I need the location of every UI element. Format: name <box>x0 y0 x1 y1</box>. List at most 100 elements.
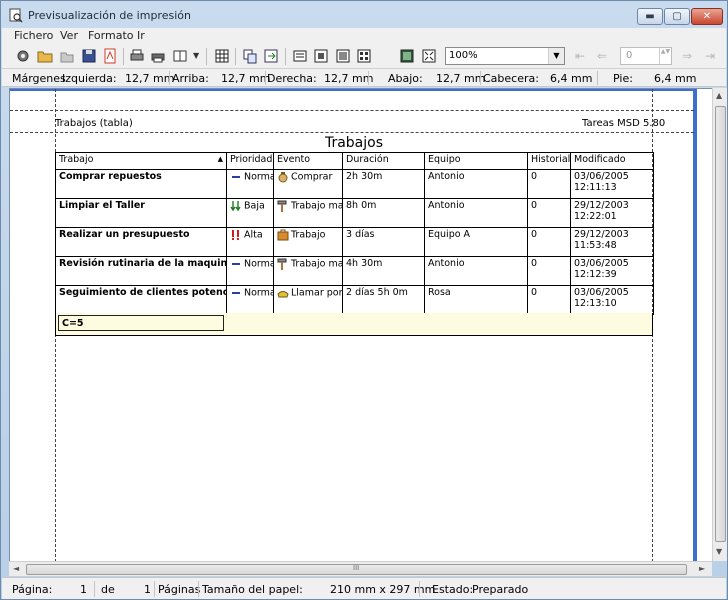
table-row[interactable]: Realizar un presupuesto Alta Trabajo 3 d… <box>55 227 654 257</box>
zoom-select[interactable]: 100% ▼ <box>445 47 565 65</box>
page-width-icon[interactable] <box>292 48 308 64</box>
cell-modificado: 29/12/2003 11:53:48 <box>570 227 654 257</box>
margins-bar: Márgenes Izquierda: 12,7 mm Arriba: 12,7… <box>2 69 726 87</box>
column-header-duracion[interactable]: Duración <box>342 152 425 170</box>
margin-footer-value[interactable]: 6,4 mm <box>654 72 696 85</box>
cell-equipo: Antonio <box>424 169 528 199</box>
first-page-icon[interactable]: ⇤ <box>575 49 585 63</box>
cell-trabajo: Comprar repuestos <box>55 169 227 199</box>
grid-icon[interactable] <box>214 48 230 64</box>
status-state-label: Estado: <box>432 583 474 596</box>
cell-prioridad: Alta <box>226 227 274 257</box>
column-header-modificado[interactable]: Modificado <box>570 152 654 170</box>
print-preview-icon <box>9 8 23 23</box>
scroll-left-icon[interactable]: ◄ <box>13 564 19 573</box>
margins-separator <box>169 71 170 85</box>
summary-count[interactable]: C=5 <box>58 315 224 331</box>
evento-label: Trabajo man <box>291 200 342 212</box>
column-header-equipo[interactable]: Equipo <box>424 152 528 170</box>
modificado-time: 12:11:13 <box>574 182 617 193</box>
window-title: Previsualización de impresión <box>28 9 191 22</box>
column-header-label: Trabajo <box>59 154 94 165</box>
scroll-up-icon[interactable]: ▲ <box>716 91 722 100</box>
margin-right-value[interactable]: 12,7 mm <box>324 72 373 85</box>
margin-top-value[interactable]: 12,7 mm <box>221 72 270 85</box>
cell-evento: Trabajo <box>273 227 343 257</box>
modificado-date: 03/06/2005 <box>574 287 629 298</box>
print-icon[interactable] <box>129 48 145 64</box>
one-page-icon[interactable] <box>313 48 329 64</box>
settings-icon[interactable] <box>15 48 31 64</box>
evento-label: Trabajo man <box>291 258 342 270</box>
print-setup-icon[interactable] <box>150 48 166 64</box>
full-screen-icon[interactable] <box>399 48 415 64</box>
vertical-scrollbar[interactable]: ▲ ▼ <box>712 88 727 561</box>
status-separator <box>154 581 155 597</box>
column-header-historial[interactable]: Historial <box>527 152 571 170</box>
page-number-input[interactable]: 0 ▲▼ <box>620 47 672 65</box>
header-guide-top <box>10 110 694 111</box>
book-dropdown-arrow[interactable]: ▼ <box>193 51 199 60</box>
table-row[interactable]: Comprar repuestos Normal Comprar 2h 30m … <box>55 169 654 199</box>
evento-label: Llamar por t <box>291 287 343 299</box>
pdf-icon[interactable] <box>102 48 118 64</box>
menu-fichero[interactable]: Fichero <box>14 29 53 42</box>
vertical-scroll-thumb[interactable] <box>715 106 726 542</box>
horizontal-scroll-thumb[interactable]: III <box>26 564 687 575</box>
table-row[interactable]: Revisión rutinaria de la maquinaria Norm… <box>55 256 654 286</box>
fit-icon[interactable] <box>421 48 437 64</box>
chevron-down-icon[interactable]: ▼ <box>548 48 564 64</box>
menu-ver[interactable]: Ver <box>60 29 78 42</box>
folder-icon[interactable] <box>59 48 75 64</box>
cell-duracion: 2 días 5h 0m <box>342 285 425 315</box>
margin-bottom-value[interactable]: 12,7 mm <box>436 72 485 85</box>
horizontal-scrollbar[interactable]: ◄ III ► <box>9 561 712 576</box>
multi-pages-icon[interactable] <box>356 48 372 64</box>
close-button[interactable]: ✕ <box>691 8 723 25</box>
toolbar-separator <box>285 48 286 65</box>
table-header-row: Trabajo ▲ Prioridad Evento Duración Equip… <box>55 152 654 170</box>
column-header-trabajo[interactable]: Trabajo ▲ <box>55 152 227 170</box>
exclamation-icon <box>232 230 239 240</box>
save-icon[interactable] <box>81 48 97 64</box>
open-folder-icon[interactable] <box>37 48 53 64</box>
prev-page-icon[interactable]: ⇐ <box>597 49 607 63</box>
page-spinner-icon[interactable]: ▲▼ <box>659 48 671 64</box>
column-header-prioridad[interactable]: Prioridad <box>226 152 274 170</box>
scroll-right-icon[interactable]: ► <box>699 564 705 573</box>
next-page-icon[interactable]: ⇒ <box>682 49 692 63</box>
modificado-date: 29/12/2003 <box>574 200 629 211</box>
margin-header-value[interactable]: 6,4 mm <box>550 72 592 85</box>
export-icon[interactable] <box>263 48 279 64</box>
menu-bar: Fichero Ver Formato Ir <box>2 28 726 44</box>
status-pages-value: 1 <box>144 583 151 596</box>
last-page-icon[interactable]: ⇥ <box>705 49 715 63</box>
modificado-time: 12:13:10 <box>574 298 617 309</box>
column-header-evento[interactable]: Evento <box>273 152 343 170</box>
minimize-button[interactable]: ▬ <box>637 8 663 25</box>
header-guide-bottom <box>10 132 694 133</box>
status-bar: Página: 1 de 1 Páginas Tamaño del papel:… <box>2 577 726 599</box>
report-title: Trabajos <box>324 135 384 151</box>
cell-evento: Trabajo man <box>273 198 343 228</box>
table-row[interactable]: Limpiar el Taller Baja Trabajo man 8h 0m… <box>55 198 654 228</box>
preview-canvas[interactable]: Trabajos (tabla) Tareas MSD 5.80 Trabajo… <box>9 88 712 561</box>
menu-ir[interactable]: Ir <box>137 29 145 42</box>
margins-separator <box>597 71 598 85</box>
cell-equipo: Antonio <box>424 256 528 286</box>
table-row[interactable]: Seguimiento de clientes potenciales Norm… <box>55 285 654 315</box>
evento-label: Trabajo <box>291 229 326 241</box>
margin-left-label: Izquierda: <box>62 72 117 85</box>
maximize-button[interactable]: ▢ <box>664 8 690 25</box>
margins-separator <box>368 71 369 85</box>
book-icon[interactable] <box>172 48 188 64</box>
cell-duracion: 8h 0m <box>342 198 425 228</box>
prioridad-label: Normal <box>244 258 273 270</box>
scroll-down-icon[interactable]: ▼ <box>716 547 722 556</box>
prioridad-label: Baja <box>244 200 265 212</box>
margin-left-value[interactable]: 12,7 mm <box>125 72 174 85</box>
copy-pages-icon[interactable] <box>242 48 258 64</box>
menu-formato[interactable]: Formato <box>88 29 134 42</box>
cell-duracion: 3 días <box>342 227 425 257</box>
two-pages-icon[interactable] <box>335 48 351 64</box>
